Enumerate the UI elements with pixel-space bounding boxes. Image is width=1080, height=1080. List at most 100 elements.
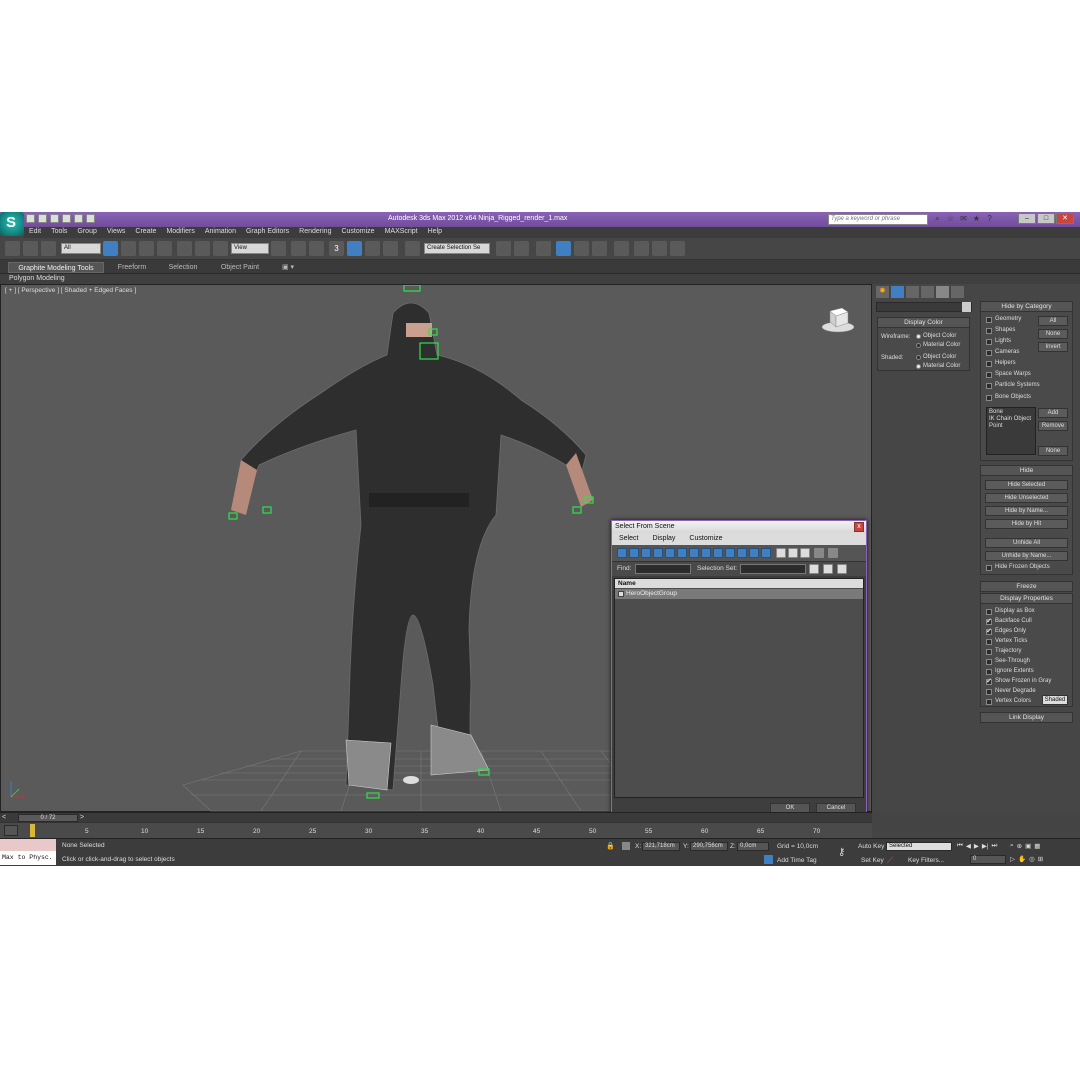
goto-end-icon[interactable]: ⏭ <box>992 842 998 850</box>
minimize-button[interactable]: – <box>1018 213 1036 224</box>
named-selection-dropdown[interactable]: Create Selection Se <box>424 243 490 254</box>
all-button[interactable]: All <box>1038 316 1068 326</box>
display-color-header[interactable]: Display Color <box>878 318 969 328</box>
subscription-icon[interactable]: ☆ <box>946 214 955 223</box>
ribbon-options-icon[interactable]: ▣ ▾ <box>278 262 298 273</box>
invert-button[interactable]: Invert <box>1038 342 1068 352</box>
hide-unselected-button[interactable]: Hide Unselected <box>985 493 1068 503</box>
absolute-mode-icon[interactable] <box>622 842 630 850</box>
render-production-icon[interactable] <box>670 241 685 256</box>
curve-editor-icon[interactable] <box>574 241 589 256</box>
tab-graphite-modeling-tools[interactable]: Graphite Modeling Tools <box>8 262 104 273</box>
help-icon[interactable]: ? <box>985 214 994 223</box>
goto-start-icon[interactable]: ⏮ <box>957 842 963 850</box>
spinner-snap-icon[interactable] <box>383 241 398 256</box>
hierarchy-tab-icon[interactable] <box>906 286 919 298</box>
wireframe-material-color-radio[interactable] <box>916 343 921 348</box>
menu-customize[interactable]: Customize <box>336 227 379 238</box>
shapes-checkbox[interactable] <box>986 328 992 334</box>
key-mode-dropdown[interactable]: Selected <box>886 842 952 851</box>
tab-selection[interactable]: Selection <box>160 262 206 273</box>
display-shapes-icon[interactable] <box>629 548 639 558</box>
selection-set-remove-icon[interactable] <box>823 564 833 574</box>
select-by-name-icon[interactable] <box>121 241 136 256</box>
modify-tab-icon[interactable] <box>891 286 904 298</box>
display-as-box-checkbox[interactable] <box>986 609 992 615</box>
unlink-icon[interactable] <box>23 241 38 256</box>
display-geometry-icon[interactable] <box>617 548 627 558</box>
menu-modifiers[interactable]: Modifiers <box>161 227 199 238</box>
next-key-icon[interactable]: ▶| <box>982 842 989 850</box>
maximize-viewport-icon[interactable]: ⊞ <box>1038 855 1043 863</box>
see-through-checkbox[interactable] <box>986 659 992 665</box>
current-frame-field[interactable]: 0 <box>970 855 1006 864</box>
schematic-view-icon[interactable] <box>592 241 607 256</box>
display-hidden-icon[interactable] <box>749 548 759 558</box>
menu-maxscript[interactable]: MAXScript <box>380 227 423 238</box>
name-column-header[interactable]: Name <box>615 579 863 588</box>
list-item[interactable]: Bone <box>989 409 1003 415</box>
display-frozen-icon[interactable] <box>737 548 747 558</box>
zoom-icon[interactable]: ⌕ <box>1010 842 1014 850</box>
undo-icon[interactable] <box>62 214 71 223</box>
menu-animation[interactable]: Animation <box>200 227 241 238</box>
wireframe-object-color-radio[interactable] <box>916 334 921 339</box>
helpers-checkbox[interactable] <box>986 361 992 367</box>
prev-frame-icon[interactable]: < <box>2 814 9 821</box>
maxscript-listener-output[interactable]: Max to Physc. <box>0 851 56 865</box>
menu-help[interactable]: Help <box>423 227 447 238</box>
add-time-tag-button[interactable]: Add Time Tag <box>777 857 817 864</box>
next-frame-icon[interactable]: > <box>80 814 87 821</box>
time-slider[interactable]: < 0 / 72 > <box>0 812 872 822</box>
display-helpers-icon[interactable] <box>665 548 675 558</box>
remove-button[interactable]: Remove <box>1038 421 1068 431</box>
auto-key-button[interactable]: Auto Key <box>858 843 884 850</box>
app-logo-button[interactable]: S <box>0 212 24 236</box>
maxscript-listener-top[interactable] <box>0 839 56 851</box>
prev-key-icon[interactable]: ◀ <box>966 842 971 850</box>
menu-create[interactable]: Create <box>130 227 161 238</box>
display-bones-icon[interactable] <box>713 548 723 558</box>
trajectory-checkbox[interactable] <box>986 649 992 655</box>
table-row[interactable]: HeroObjectGroup <box>615 589 863 599</box>
time-tag-icon[interactable] <box>764 855 773 864</box>
field-of-view-icon[interactable]: ▷ <box>1010 855 1015 863</box>
selection-set-add-icon[interactable] <box>809 564 819 574</box>
key-filters-button[interactable]: Key Filters... <box>908 857 944 864</box>
selection-filter-dropdown[interactable]: All <box>61 243 101 254</box>
show-frozen-gray-checkbox[interactable] <box>986 677 992 685</box>
pan-icon[interactable]: ✋ <box>1018 855 1026 863</box>
list-item[interactable]: IK Chain Object <box>989 416 1031 422</box>
create-tab-icon[interactable]: ✸ <box>876 286 889 298</box>
time-slider-thumb[interactable]: 0 / 72 <box>18 814 78 822</box>
selection-set-dropdown[interactable] <box>740 564 806 574</box>
zoom-extents-icon[interactable]: ▣ <box>1025 842 1031 850</box>
project-folder-icon[interactable] <box>86 214 95 223</box>
hide-selected-button[interactable]: Hide Selected <box>985 480 1068 490</box>
vertex-colors-checkbox[interactable] <box>986 699 992 705</box>
rect-selection-icon[interactable] <box>139 241 154 256</box>
search-input[interactable]: Type a keyword or phrase <box>828 214 928 225</box>
select-manipulate-icon[interactable] <box>291 241 306 256</box>
scene-object-list[interactable]: Name HeroObjectGroup <box>614 578 864 798</box>
display-containers-icon[interactable] <box>725 548 735 558</box>
zoom-extents-all-icon[interactable]: ▦ <box>1034 842 1040 850</box>
rotate-icon[interactable] <box>195 241 210 256</box>
snaps-toggle-icon[interactable]: 3 <box>329 241 344 256</box>
display-spacewarps-icon[interactable] <box>677 548 687 558</box>
display-all-icon[interactable] <box>761 548 771 558</box>
display-properties-header[interactable]: Display Properties <box>981 594 1072 604</box>
menu-group[interactable]: Group <box>72 227 101 238</box>
utilities-tab-icon[interactable] <box>951 286 964 298</box>
set-key-icon[interactable]: ⟋ <box>887 855 901 865</box>
communication-icon[interactable]: ✉ <box>959 214 968 223</box>
find-input[interactable] <box>635 564 691 574</box>
shaded-material-color-radio[interactable] <box>916 364 921 369</box>
keyboard-shortcut-icon[interactable] <box>309 241 324 256</box>
x-coordinate-field[interactable]: 321,718cm <box>642 842 680 851</box>
open-file-icon[interactable] <box>38 214 47 223</box>
save-file-icon[interactable] <box>50 214 59 223</box>
scale-icon[interactable] <box>213 241 228 256</box>
shaded-object-color-radio[interactable] <box>916 355 921 360</box>
bind-space-warp-icon[interactable] <box>41 241 56 256</box>
